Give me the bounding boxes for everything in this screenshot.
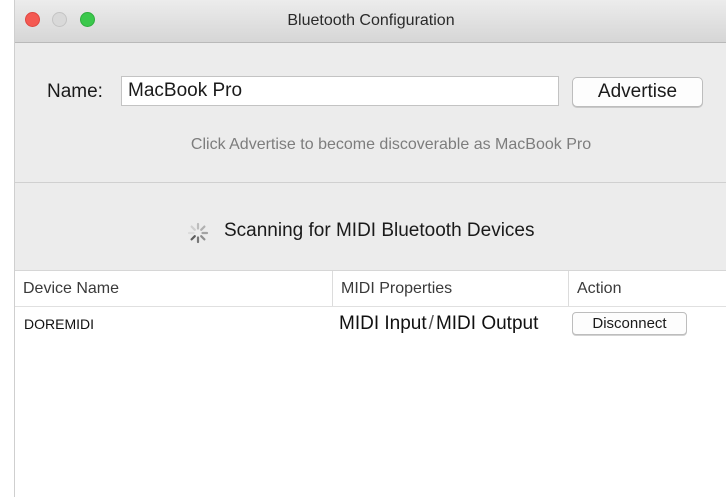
midi-separator: / (428, 313, 434, 334)
device-name-cell: DOREMIDI (24, 316, 94, 332)
header-divider (15, 306, 726, 307)
title-bar: Bluetooth Configuration (15, 0, 726, 43)
devices-table: Device Name MIDI Properties Action DOREM… (15, 270, 726, 497)
advertise-hint: Click Advertise to become discoverable a… (190, 136, 592, 153)
spinner-icon (187, 222, 209, 244)
name-input[interactable] (121, 76, 559, 106)
column-header-midi-properties[interactable]: MIDI Properties (332, 271, 568, 306)
name-label: Name: (47, 81, 103, 102)
midi-output-label: MIDI Output (435, 313, 539, 334)
disconnect-button[interactable]: Disconnect (572, 312, 687, 335)
column-header-action[interactable]: Action (568, 271, 726, 306)
section-divider (15, 182, 726, 183)
column-header-device-name[interactable]: Device Name (15, 271, 332, 306)
midi-input-label: MIDI Input (339, 313, 427, 334)
scan-status-text: Scanning for MIDI Bluetooth Devices (224, 220, 535, 241)
midi-properties-cell: MIDI Input / MIDI Output (339, 313, 538, 335)
window-title: Bluetooth Configuration (287, 12, 455, 29)
advertise-button[interactable]: Advertise (572, 77, 703, 107)
bluetooth-configuration-window: Bluetooth Configuration Name: Advertise … (14, 0, 726, 497)
